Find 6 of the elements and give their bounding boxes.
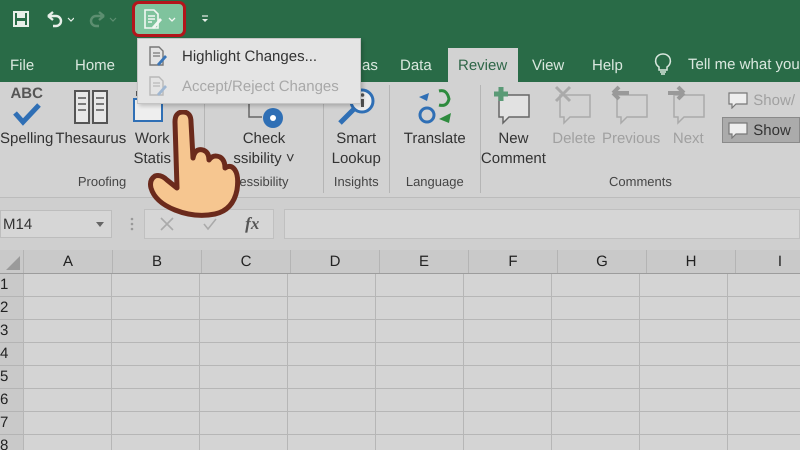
- group-label: Insights: [332, 174, 380, 191]
- group-label: Proofing: [76, 174, 128, 191]
- abc-label: ABC: [10, 85, 43, 103]
- group-label: Language: [404, 174, 465, 191]
- group-label: essibility: [238, 174, 290, 191]
- group-label: Comments: [608, 174, 673, 191]
